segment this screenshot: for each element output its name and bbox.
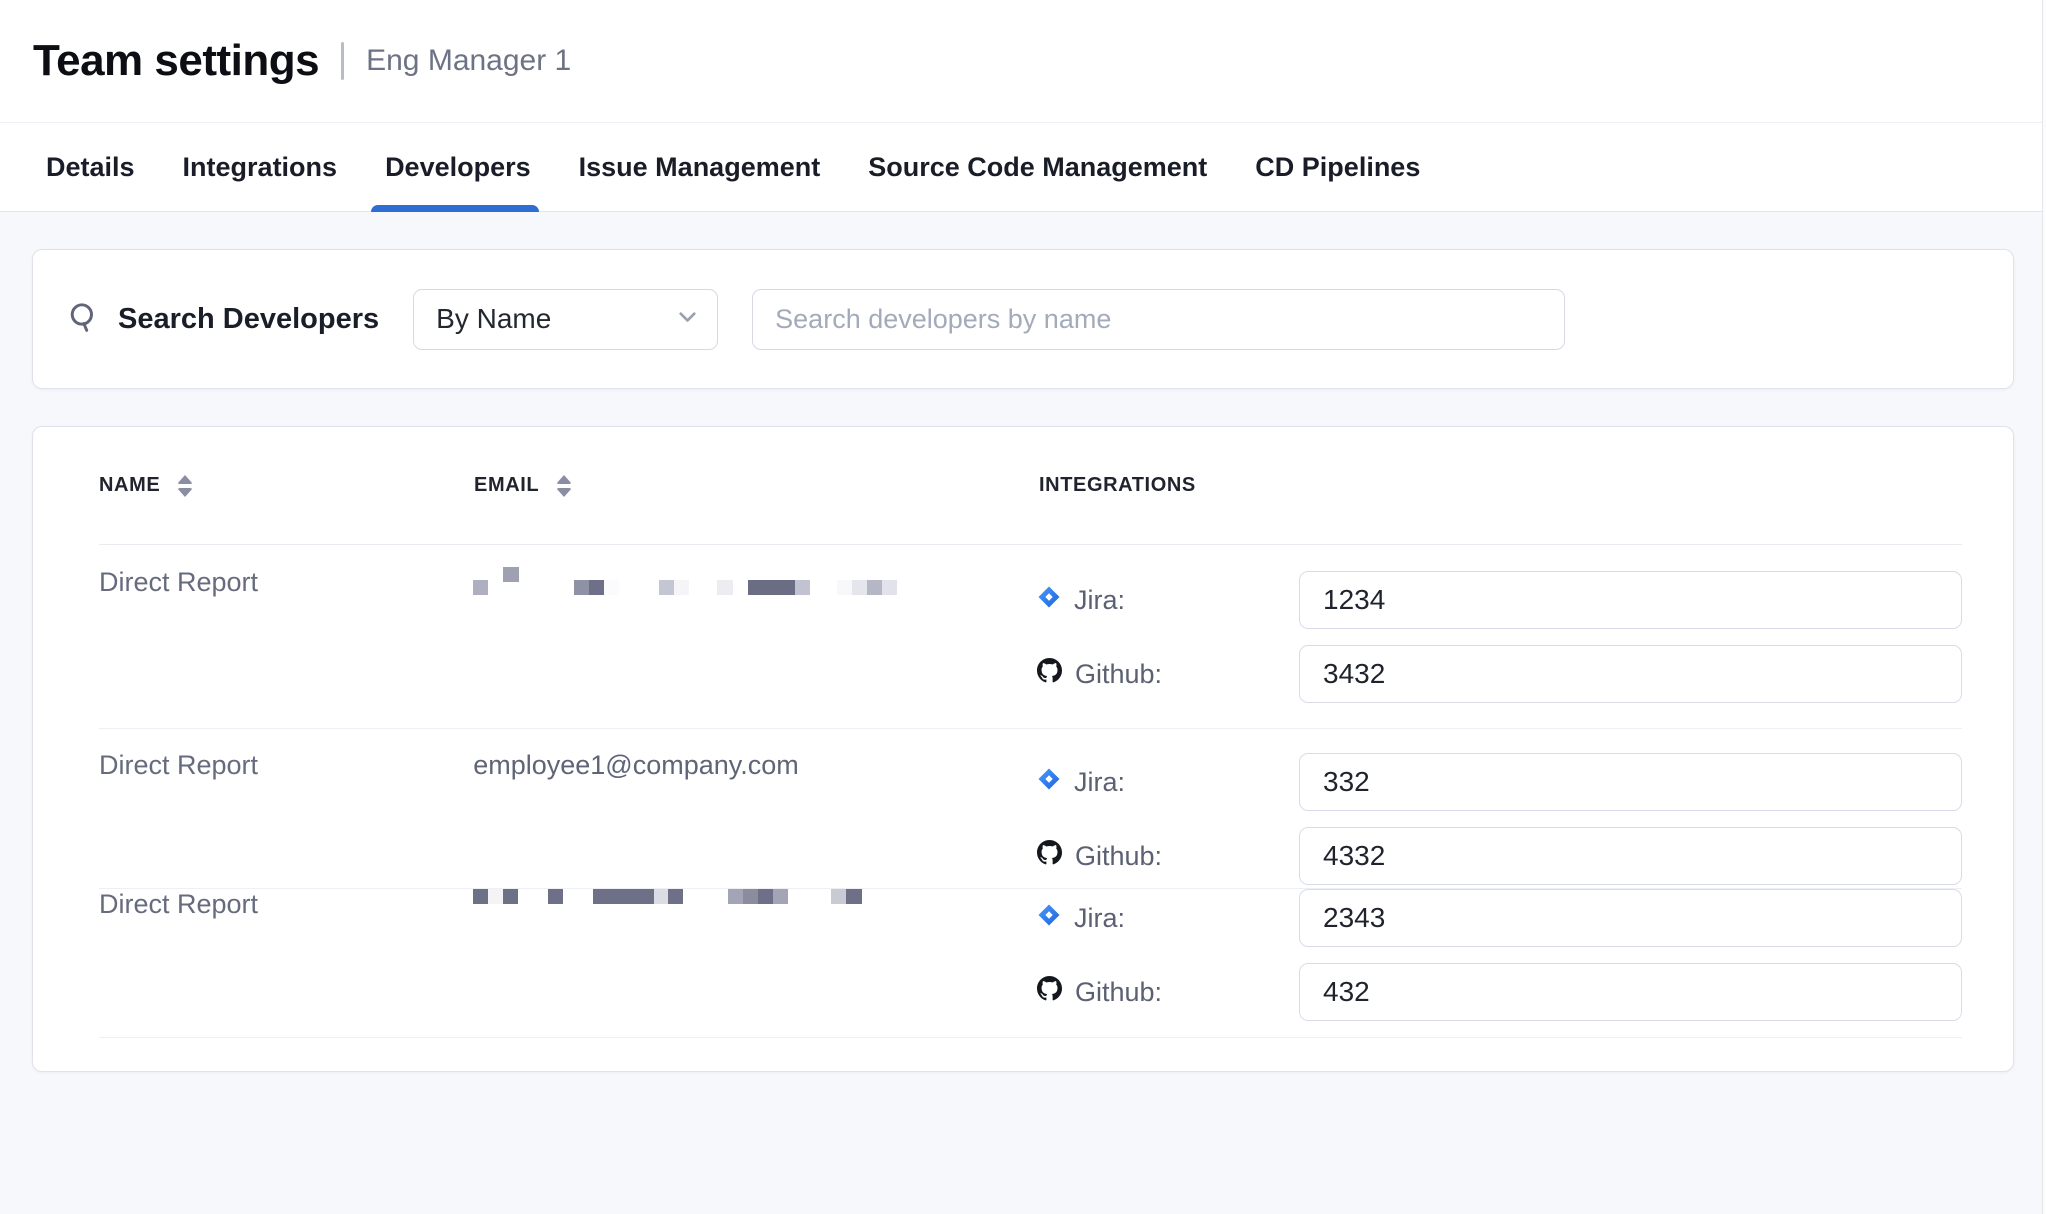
chevron-down-icon: [674, 303, 701, 335]
filter-by-select[interactable]: By Name: [413, 289, 718, 350]
title-divider: [341, 42, 344, 80]
redacted-email: [473, 889, 862, 921]
sort-name-button[interactable]: [175, 473, 195, 499]
jira-icon: [1037, 903, 1061, 934]
github-integration-row: Github:: [1037, 963, 1962, 1021]
tab-source-code-management[interactable]: Source Code Management: [868, 123, 1207, 211]
filter-by-value: By Name: [436, 303, 551, 335]
jira-integration-row: Jira:: [1037, 753, 1962, 811]
github-icon: [1037, 658, 1062, 690]
github-integration-row: Github:: [1037, 645, 1962, 703]
github-id-input[interactable]: [1299, 963, 1962, 1021]
github-label: Github:: [1075, 659, 1162, 690]
column-header-integrations: INTEGRATIONS: [1039, 474, 1962, 497]
search-input[interactable]: [752, 289, 1565, 350]
tab-integrations[interactable]: Integrations: [183, 123, 338, 211]
jira-id-input[interactable]: [1299, 753, 1962, 811]
jira-integration-row: Jira:: [1037, 889, 1962, 947]
page-header: Team settings Eng Manager 1: [0, 0, 2046, 123]
github-integration-row: Github:: [1037, 827, 1962, 885]
column-header-email: EMAIL: [474, 473, 1039, 499]
jira-label: Jira:: [1074, 903, 1125, 934]
jira-id-input[interactable]: [1299, 889, 1962, 947]
sort-email-button[interactable]: [554, 473, 574, 499]
search-developers-label: Search Developers: [118, 303, 379, 336]
developer-name: Direct Report: [99, 750, 258, 781]
table-row: Direct Report: [99, 889, 1962, 1038]
tab-bar: Details Integrations Developers Issue Ma…: [0, 123, 2046, 212]
jira-id-input[interactable]: [1299, 571, 1962, 629]
tab-issue-management[interactable]: Issue Management: [579, 123, 821, 211]
sort-asc-icon: [556, 475, 572, 484]
jira-label: Jira:: [1074, 767, 1125, 798]
github-icon: [1037, 840, 1062, 872]
github-id-input[interactable]: [1299, 827, 1962, 885]
redacted-email: [473, 567, 897, 599]
sort-desc-icon: [177, 488, 193, 497]
github-icon: [1037, 976, 1062, 1008]
table-row: Direct Report employee1@company.com: [99, 729, 1962, 889]
table-header: NAME EMAIL INTEGRATIONS: [99, 427, 1962, 545]
tab-details[interactable]: Details: [46, 123, 135, 211]
column-header-name: NAME: [99, 473, 474, 499]
github-label: Github:: [1075, 977, 1162, 1008]
jira-label: Jira:: [1074, 585, 1125, 616]
jira-icon: [1037, 585, 1061, 616]
sort-desc-icon: [556, 488, 572, 497]
jira-icon: [1037, 767, 1061, 798]
tab-cd-pipelines[interactable]: CD Pipelines: [1255, 123, 1420, 211]
page-title: Team settings: [33, 36, 319, 86]
search-card: Search Developers By Name: [32, 249, 2014, 389]
sort-asc-icon: [177, 475, 193, 484]
developer-email: employee1@company.com: [473, 750, 799, 781]
github-id-input[interactable]: [1299, 645, 1962, 703]
table-row: Direct Report: [99, 545, 1962, 729]
page-content: Search Developers By Name NAME EMAIL: [0, 212, 2046, 1072]
developer-name: Direct Report: [99, 567, 258, 598]
developers-table-card: NAME EMAIL INTEGRATIONS Direct Report: [32, 426, 2014, 1072]
developer-name: Direct Report: [99, 889, 258, 920]
tab-developers[interactable]: Developers: [385, 123, 531, 211]
page-subtitle: Eng Manager 1: [366, 44, 571, 78]
jira-integration-row: Jira:: [1037, 571, 1962, 629]
github-label: Github:: [1075, 841, 1162, 872]
search-icon: [66, 300, 100, 339]
